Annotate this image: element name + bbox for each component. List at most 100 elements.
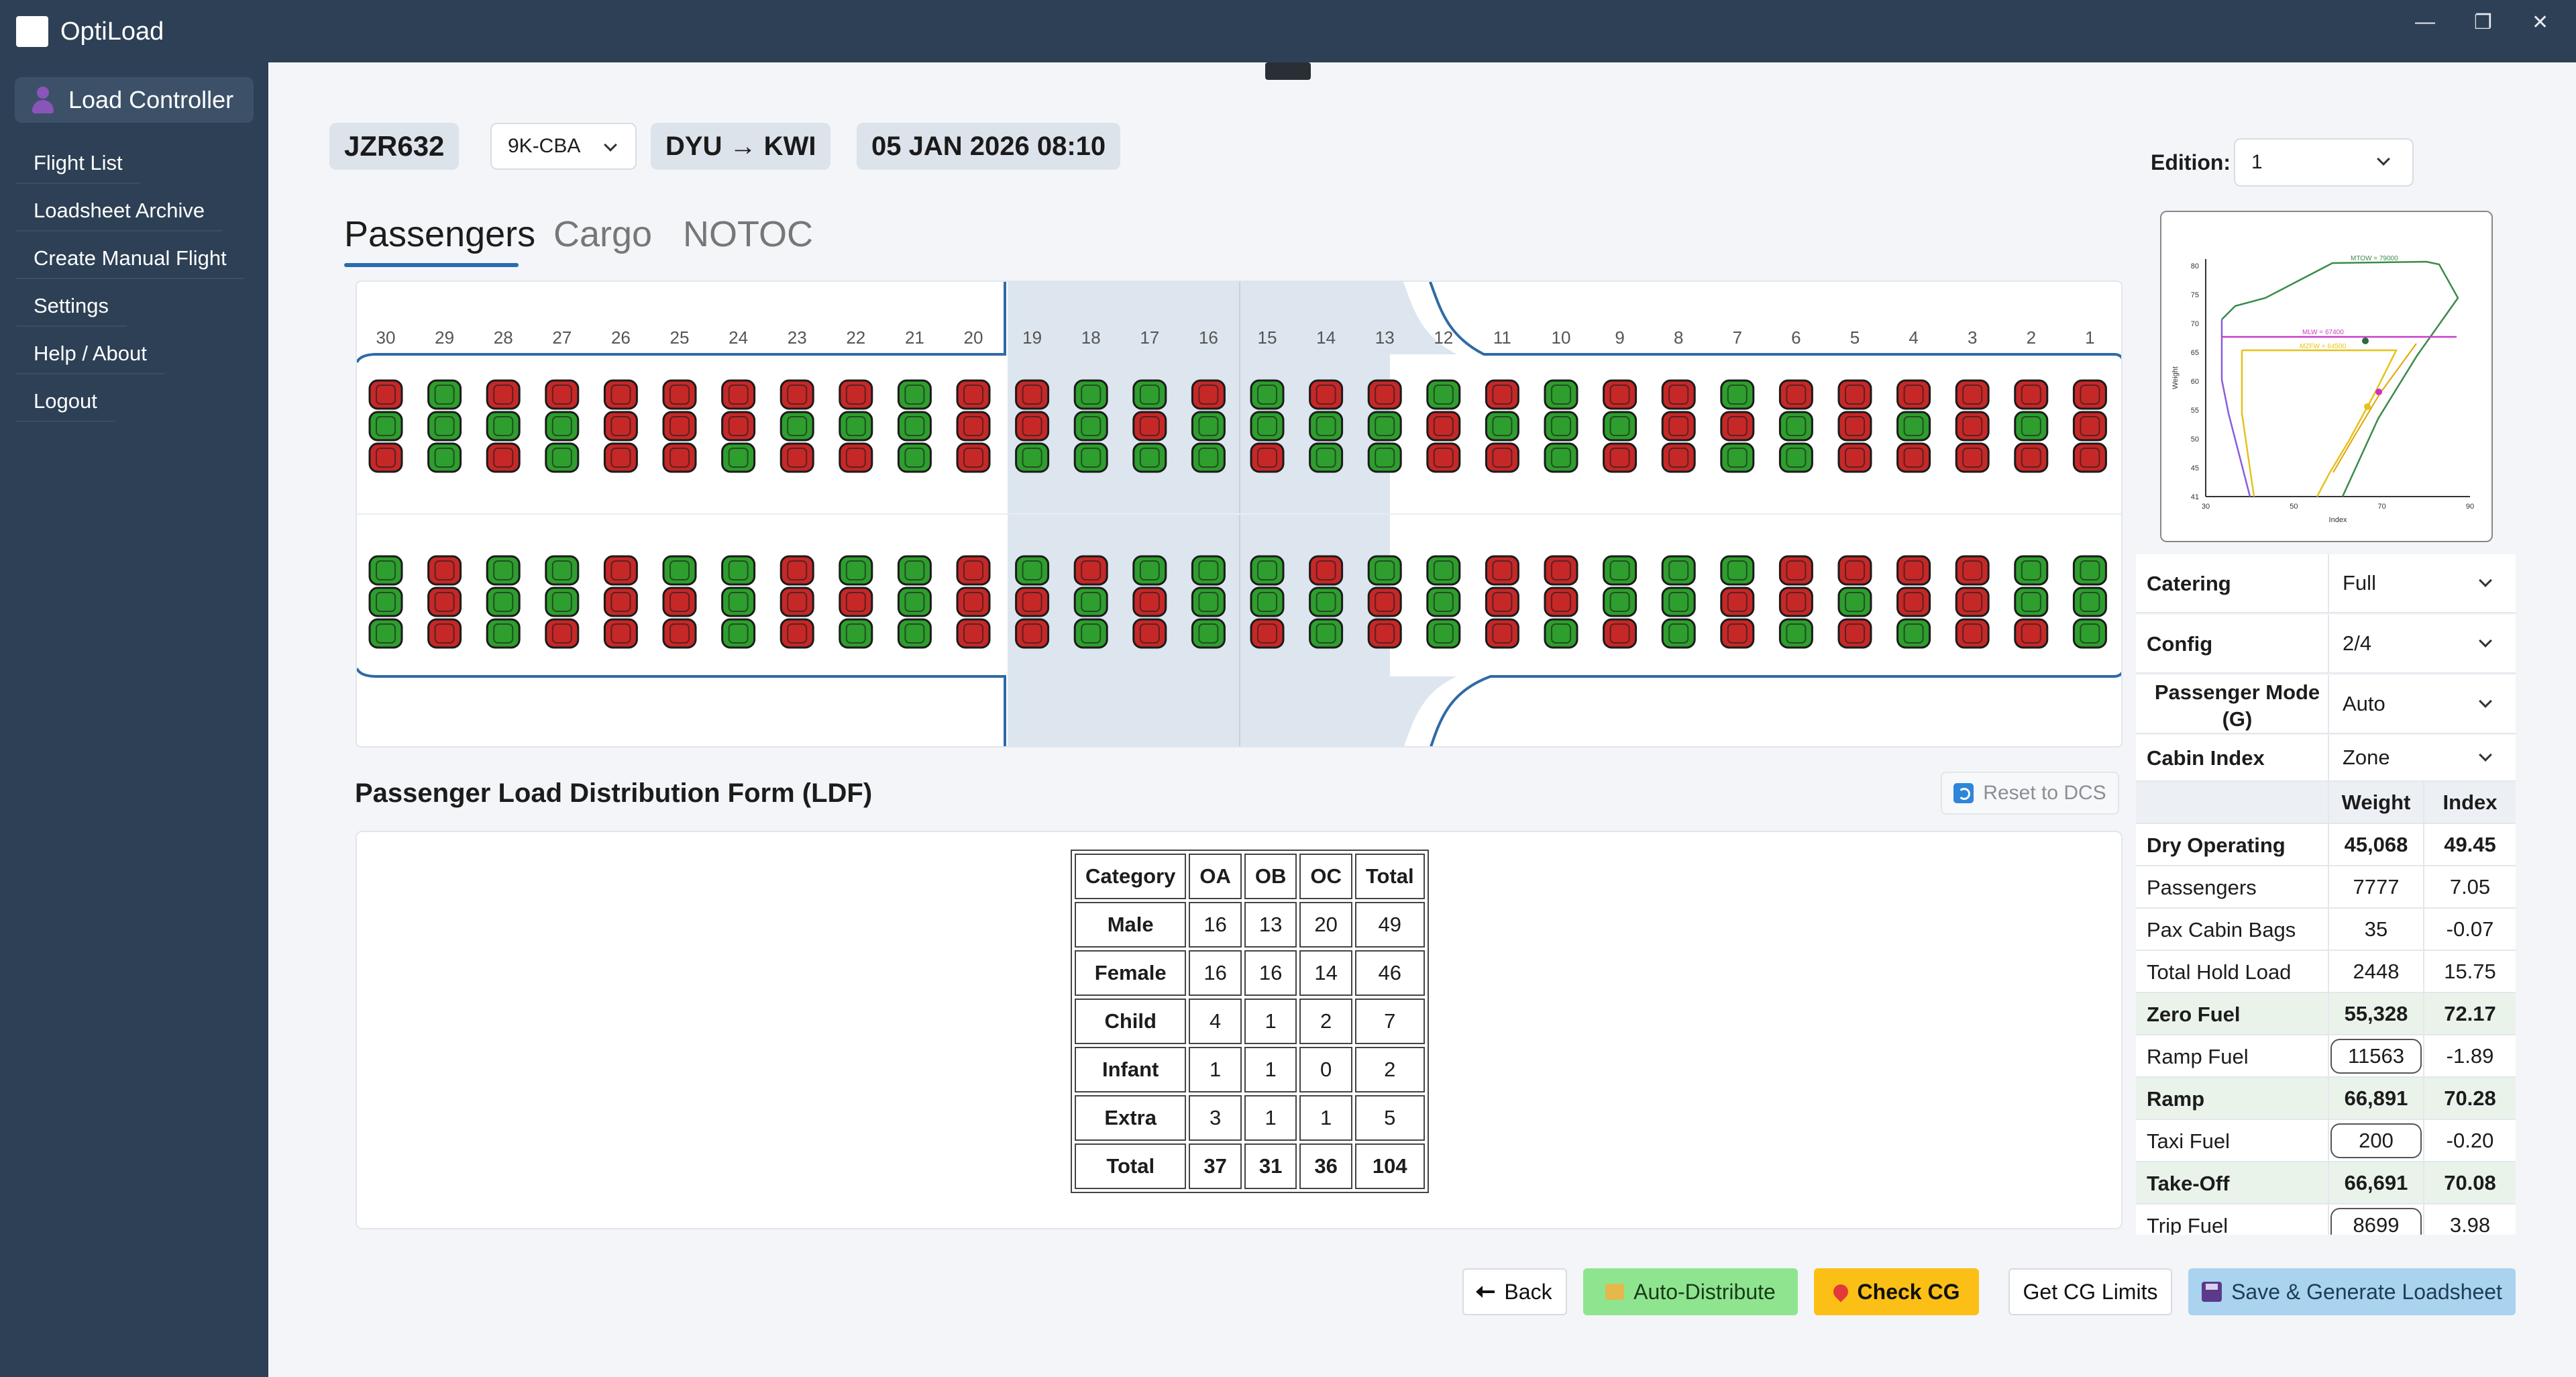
seat: [545, 555, 580, 586]
setting-row-catering: Catering Full: [2136, 554, 2516, 613]
refresh-icon: [1953, 783, 1974, 803]
chevron-down-icon: [2377, 152, 2390, 166]
seat: [1896, 555, 1931, 586]
ldf-cell-ob: 13: [1244, 902, 1297, 948]
seat: [1015, 442, 1050, 473]
seat: [545, 411, 580, 442]
ldf-cell-category: Total: [1075, 1143, 1187, 1189]
seat: [1426, 555, 1461, 586]
minimize-icon[interactable]: —: [2415, 11, 2435, 34]
ldf-cell-category: Infant: [1075, 1047, 1187, 1092]
ldf-cell-oa: 1: [1189, 1047, 1242, 1092]
y-tick-label: 50: [2191, 436, 2199, 444]
header-category: Category: [1075, 854, 1187, 899]
y-tick-label: 45: [2191, 464, 2199, 472]
seat: [1778, 442, 1813, 473]
seat: [721, 586, 756, 617]
tab-passengers[interactable]: Passengers: [344, 213, 535, 255]
setting-dropdown[interactable]: Auto: [2328, 675, 2516, 733]
seat: [1837, 618, 1872, 649]
row-number: 13: [1375, 327, 1395, 348]
save-generate-loadsheet-button[interactable]: Save & Generate Loadsheet: [2188, 1268, 2516, 1315]
limit-label: MTOW = 79000: [2351, 255, 2398, 262]
weight-row-label: Ramp Fuel: [2147, 1045, 2249, 1068]
get-cg-limits-button[interactable]: Get CG Limits: [2008, 1268, 2172, 1315]
weight-row-label: Ramp: [2147, 1087, 2205, 1111]
title-bar: OptiLoad — ❐ ✕: [0, 0, 2576, 62]
seat: [1603, 555, 1638, 586]
seat: [1367, 555, 1402, 586]
seat: [603, 586, 638, 617]
row-number: 14: [1316, 327, 1336, 348]
tab-cargo[interactable]: Cargo: [553, 213, 652, 255]
index-value: 72.17: [2423, 993, 2516, 1034]
seat: [545, 379, 580, 410]
drag-handle[interactable]: [1265, 62, 1311, 80]
close-icon[interactable]: ✕: [2532, 11, 2548, 34]
restore-icon[interactable]: ❐: [2474, 11, 2492, 34]
weight-row-take-off: Take-Off 66,691 70.08: [2136, 1162, 2516, 1205]
edition-select[interactable]: 1: [2234, 138, 2414, 187]
seat: [1250, 442, 1285, 473]
sidebar-item-loadsheet-archive[interactable]: Loadsheet Archive: [15, 191, 224, 232]
seat: [897, 618, 932, 649]
row-number: 5: [1850, 327, 1860, 348]
seat: [486, 411, 521, 442]
sidebar-item-create-manual-flight[interactable]: Create Manual Flight: [15, 239, 246, 279]
auto-distribute-button[interactable]: Auto-Distribute: [1583, 1268, 1798, 1315]
ldf-cell-category: Extra: [1075, 1095, 1187, 1141]
row-number: 7: [1733, 327, 1742, 348]
seat: [1191, 555, 1226, 586]
seat: [2014, 586, 2049, 617]
fuel-input[interactable]: 200: [2330, 1123, 2422, 1158]
seat: [1955, 555, 1990, 586]
seat: [1073, 618, 1108, 649]
sidebar-item-settings[interactable]: Settings: [15, 287, 128, 327]
seat: [662, 618, 697, 649]
reset-to-dcs-button[interactable]: Reset to DCS: [1941, 772, 2119, 815]
setting-dropdown[interactable]: 2/4: [2328, 615, 2516, 672]
fuel-input[interactable]: 8699: [2330, 1207, 2422, 1235]
scales-icon: [1605, 1284, 1625, 1300]
back-button[interactable]: Back: [1462, 1268, 1567, 1315]
row-number: 21: [905, 327, 924, 348]
sidebar-item-logout[interactable]: Logout: [15, 382, 116, 422]
seat: [545, 442, 580, 473]
weight-value-cell: 66,691: [2328, 1162, 2423, 1203]
load-controller-button[interactable]: Load Controller: [15, 77, 254, 123]
seat: [486, 555, 521, 586]
check-cg-button[interactable]: Check CG: [1814, 1268, 1979, 1315]
seat: [1015, 379, 1050, 410]
seat: [956, 442, 991, 473]
setting-dropdown[interactable]: Zone: [2328, 735, 2516, 780]
seat: [1603, 442, 1638, 473]
registration-select[interactable]: 9K-CBA: [490, 123, 637, 170]
sidebar-item-flight-list[interactable]: Flight List: [15, 144, 142, 184]
setting-dropdown[interactable]: Full: [2328, 554, 2516, 612]
header-index: Index: [2423, 782, 2516, 823]
seat: [1720, 555, 1755, 586]
seat: [1250, 411, 1285, 442]
save-generate-label: Save & Generate Loadsheet: [2231, 1279, 2502, 1304]
tab-notoc[interactable]: NOTOC: [683, 213, 813, 255]
arrow-left-icon: [1476, 1286, 1495, 1298]
seat: [1250, 379, 1285, 410]
seat: [427, 379, 462, 410]
seat: [1837, 379, 1872, 410]
sidebar-item-help-about[interactable]: Help / About: [15, 334, 166, 374]
seat: [956, 618, 991, 649]
seat: [1837, 442, 1872, 473]
seat: [1485, 586, 1519, 617]
seat: [1191, 442, 1226, 473]
row-number: 22: [846, 327, 865, 348]
seat: [603, 555, 638, 586]
seat: [1015, 618, 1050, 649]
seat: [1309, 411, 1344, 442]
seat: [427, 442, 462, 473]
cg-trace: [2332, 343, 2417, 473]
fuel-input[interactable]: 11563: [2330, 1038, 2422, 1074]
table-row: Male 16 13 20 49: [1075, 902, 1425, 948]
seat: [1485, 411, 1519, 442]
fuselage-lower-aft: [357, 668, 1006, 746]
reset-to-dcs-label: Reset to DCS: [1983, 782, 2106, 804]
